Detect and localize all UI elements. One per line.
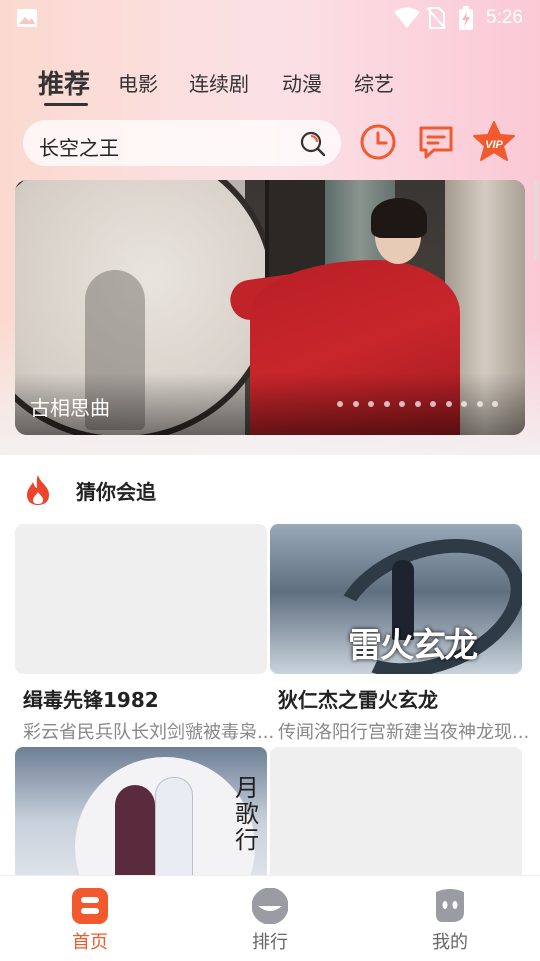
banner-caption: 古相思曲 (30, 396, 110, 420)
image-icon (17, 9, 37, 27)
card-desc-1: 彩云省民兵队长刘剑虢被毒枭... (23, 722, 275, 743)
bottom-navigation: 首页 排行 我的 (0, 875, 540, 961)
nav-home[interactable]: 首页 (30, 876, 150, 961)
nav-home-label[interactable]: 首页 (30, 928, 150, 954)
banner-dot (492, 401, 498, 407)
banner-dot (445, 401, 452, 407)
tab-series[interactable]: 连续剧 (189, 68, 249, 97)
banner-dot (476, 401, 483, 407)
tab-variety[interactable]: 综艺 (354, 68, 394, 97)
section-title: 猜你会追 (76, 480, 156, 504)
vip-star-icon[interactable]: VIP (472, 120, 516, 164)
message-icon[interactable] (416, 122, 456, 162)
poster-title-char: 行 (235, 826, 259, 854)
poster-title-char: 歌 (235, 800, 259, 828)
poster-title-3: 月歌行 (235, 775, 259, 853)
card-title-2[interactable]: 狄仁杰之雷火玄龙 (278, 684, 438, 713)
banner-dot (337, 401, 343, 407)
card-poster-1[interactable] (15, 524, 267, 674)
featured-banner[interactable]: 古相思曲 (15, 180, 525, 435)
banner-dot (430, 401, 436, 407)
scrollbar[interactable] (534, 180, 538, 260)
tab-active-indicator (44, 103, 88, 106)
vip-badge: VIP (485, 139, 503, 151)
ranking-icon[interactable] (252, 888, 288, 924)
wifi-icon (394, 7, 420, 28)
nav-ranking[interactable]: 排行 (210, 876, 330, 961)
search-icon[interactable] (299, 130, 327, 158)
banner-dot (399, 401, 405, 407)
tab-recommend[interactable]: 推荐 (38, 64, 90, 101)
poster-title-char: 月 (235, 774, 259, 802)
home-icon[interactable] (72, 888, 108, 924)
card-desc-2: 传闻洛阳行宫新建当夜神龙现... (278, 722, 530, 743)
nav-profile[interactable]: 我的 (390, 876, 510, 961)
status-time: 5:26 (486, 7, 523, 28)
nav-profile-label[interactable]: 我的 (390, 928, 510, 954)
tab-movies[interactable]: 电影 (118, 68, 158, 97)
banner-dot (383, 401, 390, 407)
card-poster-2[interactable]: 雷火玄龙 (270, 524, 522, 674)
nav-ranking-label[interactable]: 排行 (210, 928, 330, 954)
banner-dot (368, 401, 374, 407)
banner-dot (352, 401, 359, 407)
search-input[interactable]: 长空之王 (39, 132, 119, 161)
tab-anime[interactable]: 动漫 (282, 68, 322, 97)
history-clock-icon[interactable] (358, 122, 398, 162)
banner-dot (461, 401, 467, 407)
status-bar: 5:26 (0, 0, 540, 36)
no-sim-icon (426, 7, 446, 29)
battery-charging-icon (459, 6, 473, 30)
poster-title-2: 雷火玄龙 (348, 626, 478, 666)
fire-icon (27, 475, 49, 505)
banner-dot (414, 401, 421, 407)
profile-icon[interactable] (432, 888, 468, 924)
search-bar[interactable]: 长空之王 (23, 120, 341, 166)
card-title-1[interactable]: 缉毒先锋1982 (23, 684, 159, 713)
